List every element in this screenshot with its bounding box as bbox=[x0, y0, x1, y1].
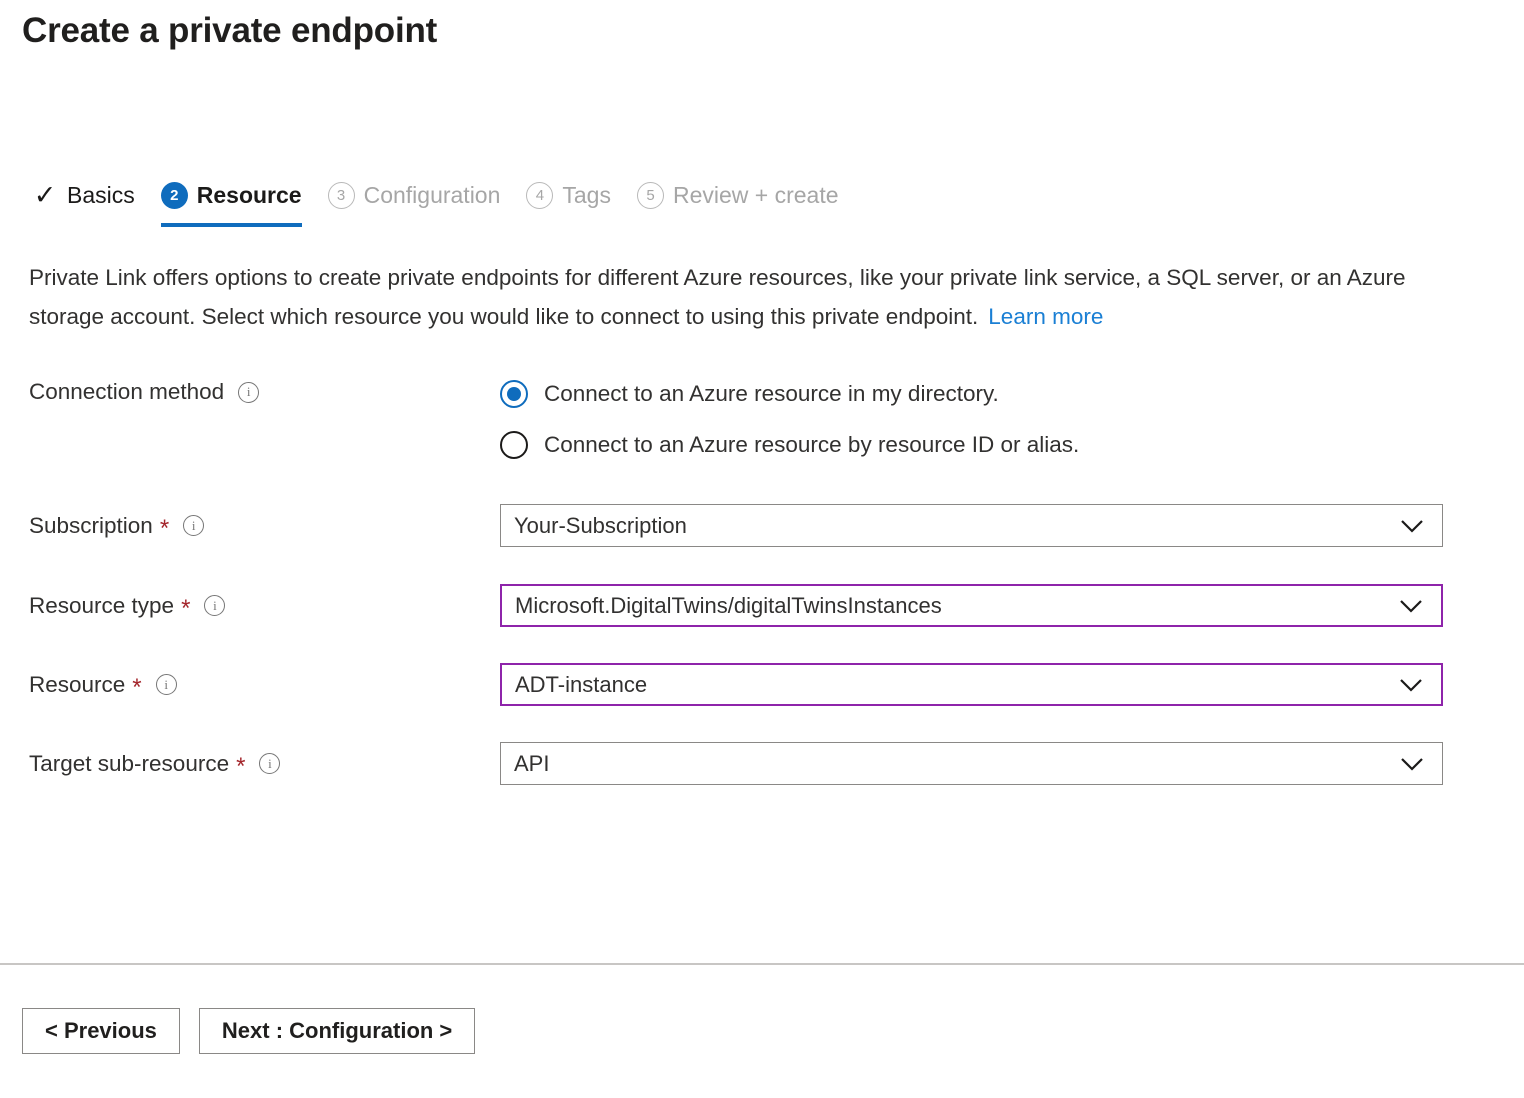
radio-option-directory[interactable]: Connect to an Azure resource in my direc… bbox=[500, 368, 1079, 419]
wizard-tabs: ✓ Basics 2 Resource 3 Configuration 4 Ta… bbox=[30, 175, 865, 230]
tab-basics[interactable]: ✓ Basics bbox=[30, 175, 135, 227]
info-icon[interactable]: i bbox=[183, 515, 205, 536]
resource-label: Resource * i bbox=[0, 663, 500, 706]
form-row-subscription: Subscription * i Your-Subscription bbox=[0, 504, 1524, 547]
form-row-target-sub-resource: Target sub-resource * i API bbox=[0, 742, 1524, 785]
tab-configuration-label: Configuration bbox=[363, 182, 501, 208]
radio-button-unselected-icon[interactable] bbox=[500, 430, 528, 459]
footer-divider bbox=[0, 963, 1524, 965]
target-sub-resource-dropdown[interactable]: API bbox=[500, 742, 1443, 785]
previous-button[interactable]: < Previous bbox=[22, 1008, 180, 1054]
chevron-down-icon bbox=[1400, 757, 1424, 771]
footer-actions: < Previous Next : Configuration > bbox=[22, 1008, 494, 1054]
step-number-badge-3: 3 bbox=[327, 181, 355, 209]
required-asterisk: * bbox=[132, 673, 142, 701]
resource-type-dropdown[interactable]: Microsoft.DigitalTwins/digitalTwinsInsta… bbox=[500, 584, 1443, 627]
tab-tags[interactable]: 4 Tags bbox=[526, 175, 611, 227]
connection-method-label-text: Connection method bbox=[29, 379, 225, 404]
form-row-resource: Resource * i ADT-instance bbox=[0, 663, 1524, 706]
required-asterisk: * bbox=[236, 752, 246, 780]
required-asterisk: * bbox=[159, 514, 170, 542]
step-number-badge-4: 4 bbox=[526, 181, 554, 209]
connection-method-radio-group: Connect to an Azure resource in my direc… bbox=[500, 366, 1079, 470]
resource-value: ADT-instance bbox=[515, 671, 648, 697]
chevron-down-icon bbox=[1399, 599, 1423, 613]
tab-basics-label: Basics bbox=[67, 182, 135, 208]
step-number-badge-5: 5 bbox=[636, 181, 664, 209]
target-sub-resource-label-text: Target sub-resource bbox=[29, 750, 230, 776]
learn-more-link[interactable]: Learn more bbox=[988, 304, 1103, 329]
radio-option-resource-id[interactable]: Connect to an Azure resource by resource… bbox=[500, 419, 1079, 470]
subscription-label-text: Subscription bbox=[29, 512, 153, 538]
resource-label-text: Resource bbox=[29, 671, 126, 697]
radio-option-resource-id-label: Connect to an Azure resource by resource… bbox=[544, 431, 1080, 457]
tab-configuration[interactable]: 3 Configuration bbox=[327, 175, 501, 227]
info-icon[interactable]: i bbox=[155, 674, 177, 695]
form-row-resource-type: Resource type * i Microsoft.DigitalTwins… bbox=[0, 584, 1524, 627]
tab-resource-label: Resource bbox=[196, 182, 302, 208]
connection-method-label: Connection method i bbox=[0, 366, 500, 406]
tab-resource[interactable]: 2 Resource bbox=[160, 175, 302, 227]
next-configuration-button[interactable]: Next : Configuration > bbox=[198, 1008, 476, 1054]
form-row-connection-method: Connection method i Connect to an Azure … bbox=[0, 366, 1524, 470]
description-text: Private Link offers options to create pr… bbox=[29, 258, 1479, 336]
tab-tags-label: Tags bbox=[562, 182, 611, 208]
tab-review-create[interactable]: 5 Review + create bbox=[636, 175, 839, 227]
radio-option-directory-label: Connect to an Azure resource in my direc… bbox=[544, 380, 999, 406]
required-asterisk: * bbox=[181, 594, 191, 622]
target-sub-resource-label: Target sub-resource * i bbox=[0, 742, 500, 785]
subscription-dropdown[interactable]: Your-Subscription bbox=[500, 504, 1443, 547]
info-icon[interactable]: i bbox=[259, 753, 281, 774]
resource-dropdown[interactable]: ADT-instance bbox=[500, 663, 1443, 706]
radio-button-selected-icon[interactable] bbox=[500, 379, 528, 408]
resource-type-value: Microsoft.DigitalTwins/digitalTwinsInsta… bbox=[515, 592, 942, 618]
chevron-down-icon bbox=[1399, 678, 1423, 692]
info-icon[interactable]: i bbox=[204, 595, 226, 616]
description-body: Private Link offers options to create pr… bbox=[29, 265, 1406, 329]
subscription-label: Subscription * i bbox=[0, 504, 500, 547]
info-icon[interactable]: i bbox=[238, 381, 260, 403]
tab-review-create-label: Review + create bbox=[672, 182, 839, 208]
resource-type-label-text: Resource type bbox=[29, 592, 175, 618]
target-sub-resource-value: API bbox=[514, 750, 550, 776]
page-title: Create a private endpoint bbox=[22, 11, 438, 50]
resource-type-label: Resource type * i bbox=[0, 584, 500, 627]
subscription-value: Your-Subscription bbox=[514, 512, 687, 538]
step-number-badge-2: 2 bbox=[160, 181, 188, 209]
check-icon: ✓ bbox=[33, 179, 57, 210]
chevron-down-icon bbox=[1400, 519, 1424, 533]
